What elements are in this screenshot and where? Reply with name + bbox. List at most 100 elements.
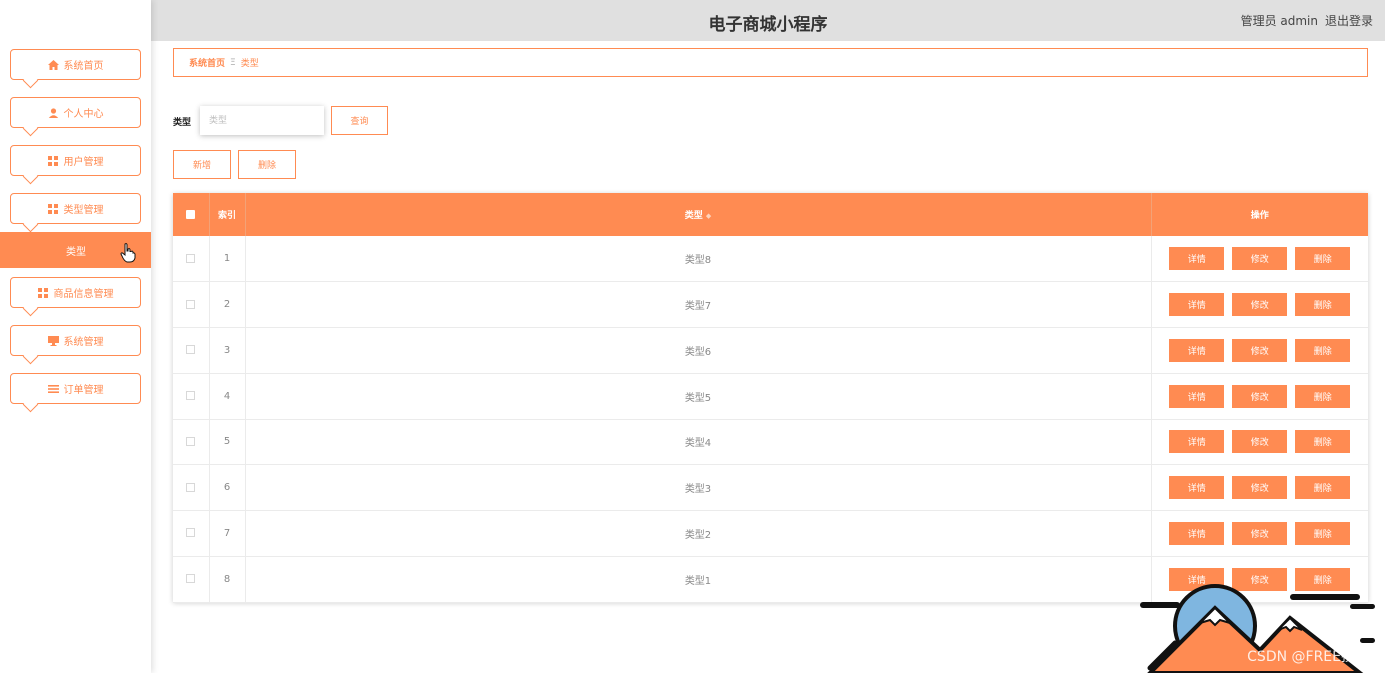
row-actions: 详情 修改 删除 bbox=[1151, 282, 1368, 328]
row-checkbox[interactable] bbox=[186, 391, 196, 401]
sidebar-item-label: 系统首页 bbox=[63, 61, 104, 72]
row-select-cell bbox=[173, 510, 210, 557]
watermark: CSDN @FREE技术 bbox=[1247, 649, 1369, 665]
row-checkbox[interactable] bbox=[186, 345, 196, 355]
edit-button[interactable]: 修改 bbox=[1232, 521, 1288, 545]
edit-button[interactable]: 修改 bbox=[1232, 247, 1288, 271]
column-header-type[interactable]: 类型 ◆ bbox=[245, 193, 1152, 236]
edit-button[interactable]: 修改 bbox=[1232, 293, 1288, 317]
row-index: 1 bbox=[209, 236, 246, 282]
table-row: 1 类型8 详情 修改 删除 bbox=[173, 236, 1368, 282]
sidebar-item-label: 系统管理 bbox=[63, 337, 104, 348]
query-button[interactable]: 查询 bbox=[331, 106, 388, 135]
table-row: 7 类型2 详情 修改 删除 bbox=[173, 510, 1368, 557]
sidebar-item-label: 类型管理 bbox=[63, 205, 104, 216]
table-row: 4 类型5 详情 修改 删除 bbox=[173, 373, 1368, 419]
breadcrumb-current: 类型 bbox=[240, 59, 259, 69]
detail-button[interactable]: 详情 bbox=[1169, 338, 1225, 362]
grid-icon bbox=[38, 287, 49, 298]
edit-button[interactable]: 修改 bbox=[1232, 338, 1288, 362]
type-search-input[interactable] bbox=[200, 106, 324, 135]
submenu-item-label: 类型 bbox=[66, 246, 86, 258]
row-type: 类型8 bbox=[245, 236, 1152, 282]
search-label: 类型 bbox=[173, 118, 192, 128]
top-header: 电子商城小程序 管理员 admin 退出登录 bbox=[151, 0, 1385, 41]
row-actions: 详情 修改 删除 bbox=[1151, 328, 1368, 374]
detail-button[interactable]: 详情 bbox=[1169, 384, 1225, 408]
pointer-hand-icon bbox=[120, 243, 136, 263]
logout-link[interactable]: 退出登录 bbox=[1325, 12, 1373, 29]
edit-button[interactable]: 修改 bbox=[1232, 384, 1288, 408]
row-type: 类型3 bbox=[245, 464, 1152, 511]
row-type: 类型7 bbox=[245, 281, 1152, 328]
sidebar-item-label: 订单管理 bbox=[63, 385, 104, 396]
row-select-cell bbox=[173, 464, 210, 511]
add-button[interactable]: 新增 bbox=[173, 150, 231, 179]
detail-button[interactable]: 详情 bbox=[1169, 521, 1225, 545]
row-index: 7 bbox=[209, 510, 246, 557]
table-row: 2 类型7 详情 修改 删除 bbox=[173, 281, 1368, 328]
sidebar: 系统首页 个人中心 用户管理 类型管理 类型 商品信息管理 系统管理 订单管理 bbox=[0, 0, 151, 673]
edit-button[interactable]: 修改 bbox=[1232, 476, 1288, 500]
select-all-checkbox[interactable] bbox=[186, 209, 196, 219]
user-info: 管理员 admin 退出登录 bbox=[1241, 12, 1373, 29]
batch-delete-button[interactable]: 删除 bbox=[238, 150, 296, 179]
detail-button[interactable]: 详情 bbox=[1169, 247, 1225, 271]
table-row: 6 类型3 详情 修改 删除 bbox=[173, 464, 1368, 511]
row-select-cell bbox=[173, 236, 210, 282]
row-checkbox[interactable] bbox=[186, 436, 196, 446]
row-actions: 详情 修改 删除 bbox=[1151, 373, 1368, 419]
column-header-index: 索引 bbox=[209, 193, 246, 236]
sidebar-item-types[interactable]: 类型管理 bbox=[10, 193, 141, 224]
delete-button[interactable]: 删除 bbox=[1295, 247, 1351, 271]
table-header-row: 索引 类型 ◆ 操作 bbox=[173, 193, 1368, 236]
row-select-cell bbox=[173, 373, 210, 419]
column-header-actions: 操作 bbox=[1250, 211, 1269, 221]
sidebar-item-system[interactable]: 系统管理 bbox=[10, 325, 141, 356]
delete-button[interactable]: 删除 bbox=[1295, 476, 1351, 500]
row-checkbox[interactable] bbox=[186, 299, 196, 309]
sidebar-item-orders[interactable]: 订单管理 bbox=[10, 373, 141, 404]
sidebar-item-users[interactable]: 用户管理 bbox=[10, 145, 141, 176]
row-type: 类型5 bbox=[245, 373, 1152, 419]
delete-button[interactable]: 删除 bbox=[1295, 338, 1351, 362]
delete-button[interactable]: 删除 bbox=[1295, 430, 1351, 454]
home-icon bbox=[47, 59, 59, 70]
sidebar-item-products[interactable]: 商品信息管理 bbox=[10, 277, 141, 308]
row-checkbox[interactable] bbox=[186, 528, 196, 538]
breadcrumb-separator: Ξ bbox=[230, 57, 236, 68]
sidebar-item-home[interactable]: 系统首页 bbox=[10, 49, 141, 80]
breadcrumb-home[interactable]: 系统首页 bbox=[189, 56, 225, 69]
select-all-cell bbox=[173, 193, 210, 236]
row-index: 6 bbox=[209, 464, 246, 511]
row-index: 5 bbox=[209, 419, 246, 465]
table-row: 5 类型4 详情 修改 删除 bbox=[173, 419, 1368, 465]
row-index: 2 bbox=[209, 281, 246, 328]
sidebar-item-label: 用户管理 bbox=[63, 157, 104, 168]
app-title: 电子商城小程序 bbox=[708, 15, 828, 35]
monitor-icon bbox=[47, 335, 59, 346]
list-icon bbox=[47, 384, 59, 394]
sidebar-item-label: 商品信息管理 bbox=[53, 289, 114, 300]
row-actions: 详情 修改 删除 bbox=[1151, 419, 1368, 465]
detail-button[interactable]: 详情 bbox=[1169, 293, 1225, 317]
table-row: 3 类型6 详情 修改 删除 bbox=[173, 327, 1368, 374]
delete-button[interactable]: 删除 bbox=[1295, 521, 1351, 545]
detail-button[interactable]: 详情 bbox=[1169, 430, 1225, 454]
row-checkbox[interactable] bbox=[186, 482, 196, 492]
row-select-cell bbox=[173, 419, 210, 465]
delete-button[interactable]: 删除 bbox=[1295, 384, 1351, 408]
sort-icon[interactable]: ◆ bbox=[706, 212, 711, 220]
detail-button[interactable]: 详情 bbox=[1169, 476, 1225, 500]
row-actions: 详情 修改 删除 bbox=[1151, 465, 1368, 511]
row-type: 类型4 bbox=[245, 419, 1152, 465]
grid-icon bbox=[48, 203, 59, 214]
row-checkbox[interactable] bbox=[186, 253, 196, 263]
delete-button[interactable]: 删除 bbox=[1295, 293, 1351, 317]
row-select-cell bbox=[173, 556, 210, 602]
column-header-type-label: 类型 bbox=[684, 211, 703, 221]
row-checkbox[interactable] bbox=[186, 574, 196, 584]
edit-button[interactable]: 修改 bbox=[1232, 430, 1288, 454]
user-icon bbox=[48, 107, 59, 118]
sidebar-item-profile[interactable]: 个人中心 bbox=[10, 97, 141, 128]
